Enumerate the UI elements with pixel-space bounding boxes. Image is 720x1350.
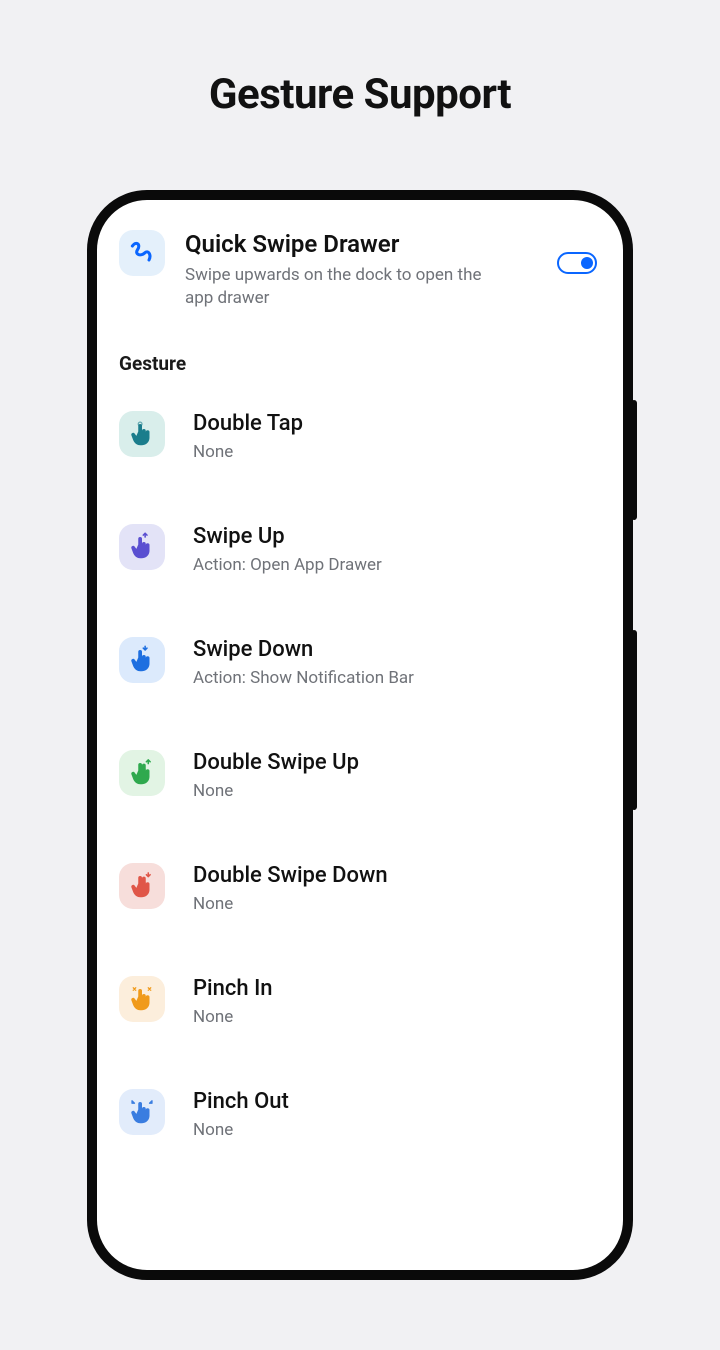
swipe-up-icon: [119, 524, 165, 570]
quick-swipe-toggle[interactable]: [557, 252, 597, 274]
two-up-icon: [119, 750, 165, 796]
gesture-subtitle: None: [193, 894, 388, 914]
gesture-row[interactable]: Pinch Out None: [123, 1089, 597, 1140]
pinch-out-icon: [119, 1089, 165, 1135]
phone-mockup: Quick Swipe Drawer Swipe upwards on the …: [87, 190, 633, 1280]
squiggle-icon: [119, 230, 165, 276]
gesture-row[interactable]: Double Swipe Down None: [123, 863, 597, 914]
page-title: Gesture Support: [0, 70, 720, 119]
gesture-row[interactable]: Double Swipe Up None: [123, 750, 597, 801]
phone-frame: Quick Swipe Drawer Swipe upwards on the …: [87, 190, 633, 1280]
section-header-gesture: Gesture: [119, 352, 597, 375]
gesture-list: Double Tap None Swipe Up Action: Open App D…: [123, 411, 597, 1140]
gesture-row[interactable]: Double Tap None: [123, 411, 597, 462]
gesture-title: Double Swipe Down: [193, 863, 388, 888]
gesture-title: Pinch Out: [193, 1089, 289, 1114]
pinch-in-icon: [119, 976, 165, 1022]
gesture-subtitle: None: [193, 1120, 289, 1140]
gesture-title: Double Swipe Up: [193, 750, 359, 775]
gesture-title: Pinch In: [193, 976, 273, 1001]
gesture-title: Double Tap: [193, 411, 303, 436]
gesture-subtitle: Action: Open App Drawer: [193, 555, 382, 575]
quick-swipe-title: Quick Swipe Drawer: [185, 230, 537, 258]
gesture-row[interactable]: Pinch In None: [123, 976, 597, 1027]
gesture-title: Swipe Up: [193, 524, 382, 549]
quick-swipe-subtitle: Swipe upwards on the dock to open the ap…: [185, 264, 485, 310]
gesture-row[interactable]: Swipe Down Action: Show Notification Bar: [123, 637, 597, 688]
two-down-icon: [119, 863, 165, 909]
quick-swipe-drawer-row[interactable]: Quick Swipe Drawer Swipe upwards on the …: [123, 230, 597, 310]
gesture-subtitle: None: [193, 1007, 273, 1027]
tap-icon: [119, 411, 165, 457]
gesture-subtitle: None: [193, 781, 359, 801]
gesture-subtitle: None: [193, 442, 303, 462]
gesture-subtitle: Action: Show Notification Bar: [193, 668, 414, 688]
swipe-down-icon: [119, 637, 165, 683]
gesture-title: Swipe Down: [193, 637, 414, 662]
gesture-row[interactable]: Swipe Up Action: Open App Drawer: [123, 524, 597, 575]
